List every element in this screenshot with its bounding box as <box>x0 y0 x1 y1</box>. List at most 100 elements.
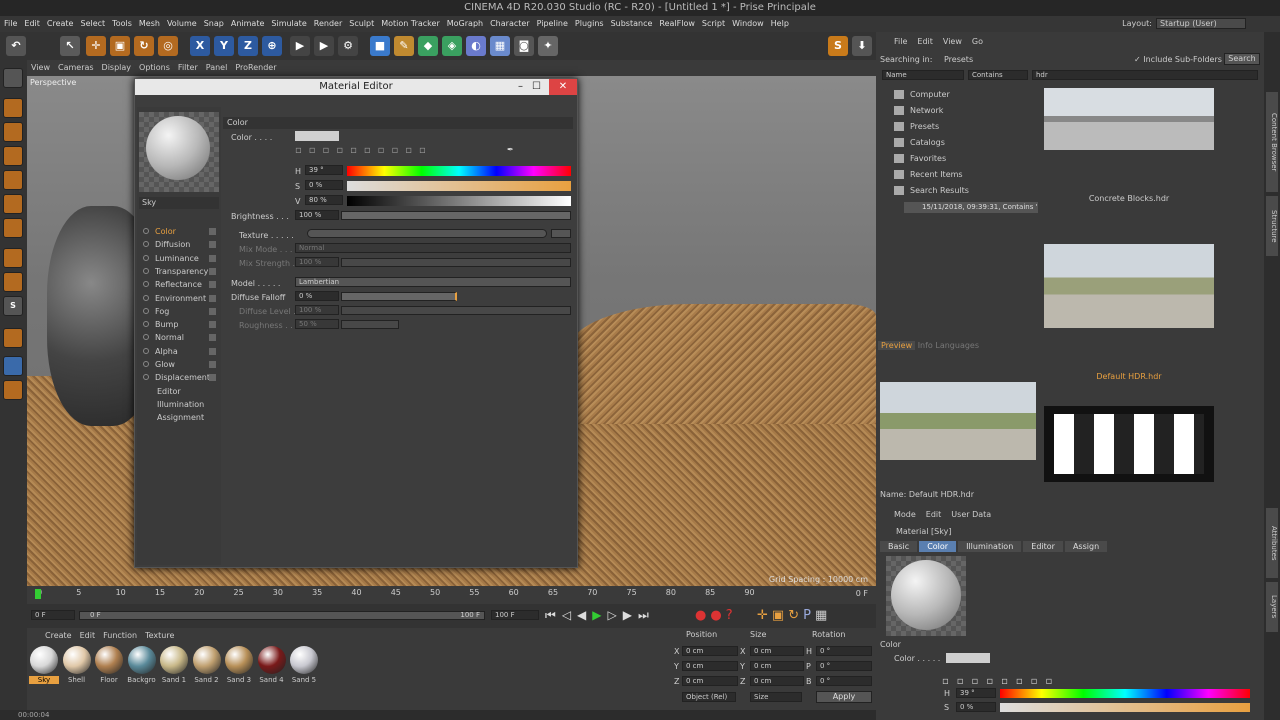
menu-sculpt[interactable]: Sculpt <box>349 19 374 28</box>
value-slider[interactable] <box>347 196 571 206</box>
material-sand-5[interactable]: Sand 5 <box>289 646 319 684</box>
menu-file[interactable]: File <box>4 19 17 28</box>
channel-checkbox[interactable] <box>209 361 216 368</box>
pen-icon[interactable]: ✎ <box>394 36 414 56</box>
channel-checkbox[interactable] <box>209 267 216 275</box>
param-key-icon[interactable]: P <box>803 608 815 623</box>
tree-item-catalogs[interactable]: Catalogs <box>894 138 945 147</box>
tab-info[interactable]: Info <box>918 341 933 350</box>
attribute-color-modes[interactable]: ▫▫▫▫▫▫▫▫ <box>942 676 1060 687</box>
position-field[interactable]: 0 cm <box>682 646 738 656</box>
axis-mode-icon[interactable] <box>3 248 23 268</box>
render-to-picture-viewer-icon[interactable]: ▶ <box>314 36 334 56</box>
coordinate-system-icon[interactable]: ⊕ <box>262 36 282 56</box>
select-icon[interactable]: ↖ <box>60 36 80 56</box>
browser-menu-view[interactable]: View <box>943 37 962 46</box>
cloner-icon[interactable]: ◈ <box>442 36 462 56</box>
material-menu-edit[interactable]: Edit <box>80 631 96 640</box>
viewport-menu-options[interactable]: Options <box>139 63 170 72</box>
material-menu-texture[interactable]: Texture <box>145 631 174 640</box>
position-key-icon[interactable]: ✛ <box>757 608 772 623</box>
texture-slot[interactable] <box>307 229 547 238</box>
menu-render[interactable]: Render <box>314 19 342 28</box>
channel-transparency[interactable]: Transparency <box>143 265 216 278</box>
mix-strength-field[interactable]: 100 % <box>295 257 339 267</box>
material-backgro[interactable]: Backgro <box>127 646 157 684</box>
rotation-field[interactable]: 0 ° <box>816 661 872 671</box>
recent-tool-icon[interactable]: ◎ <box>158 36 178 56</box>
channel-diffusion[interactable]: Diffusion <box>143 238 216 251</box>
channel-checkbox[interactable] <box>209 294 216 302</box>
material-menu-function[interactable]: Function <box>103 631 137 640</box>
make-editable-icon[interactable] <box>3 68 23 88</box>
coord-mode-dropdown[interactable]: Object (Rel) <box>682 692 736 702</box>
attr-tab-assign[interactable]: Assign <box>1064 541 1108 552</box>
material-floor[interactable]: Floor <box>94 646 124 684</box>
channel-bump[interactable]: Bump <box>143 318 216 331</box>
move-icon[interactable]: ✛ <box>86 36 106 56</box>
timeline-ruler[interactable]: 051015202530354045505560657075808590 0 F <box>27 586 876 604</box>
menu-simulate[interactable]: Simulate <box>271 19 306 28</box>
transport-controls[interactable]: ⏮◁◀▶▷▶⏭ <box>545 608 655 623</box>
channel-checkbox[interactable] <box>209 241 216 249</box>
keyframe-selection-icon[interactable]: ? <box>726 608 737 623</box>
close-icon[interactable]: ✕ <box>549 79 577 95</box>
position-field[interactable]: 0 cm <box>682 661 738 671</box>
light-icon[interactable]: ✦ <box>538 36 558 56</box>
render-view-icon[interactable]: ▶ <box>290 36 310 56</box>
diffuse-level-field[interactable]: 100 % <box>295 305 339 315</box>
diffuse-falloff-slider[interactable] <box>341 292 457 301</box>
next-frame-icon[interactable]: ▷ <box>608 608 623 622</box>
channel-glow[interactable]: Glow <box>143 358 216 371</box>
viewport-menu-cameras[interactable]: Cameras <box>58 63 94 72</box>
menu-character[interactable]: Character <box>490 19 530 28</box>
s-field[interactable]: 0 % <box>305 180 343 190</box>
viewport-menu-display[interactable]: Display <box>102 63 132 72</box>
tab-structure[interactable]: Structure <box>1266 196 1278 256</box>
material-sand-3[interactable]: Sand 3 <box>224 646 254 684</box>
attribute-color-swatch[interactable] <box>946 653 990 663</box>
scale-icon[interactable]: ▣ <box>110 36 130 56</box>
channel-displacement[interactable]: Displacement <box>143 371 216 384</box>
menu-pipeline[interactable]: Pipeline <box>537 19 568 28</box>
size-field[interactable]: 0 cm <box>750 661 804 671</box>
channel-editor[interactable]: Editor <box>143 385 181 398</box>
polygons-mode-icon[interactable] <box>3 218 23 238</box>
attr-menu-mode[interactable]: Mode <box>894 510 916 519</box>
attr-tab-illumination[interactable]: Illumination <box>958 541 1022 552</box>
menu-create[interactable]: Create <box>47 19 74 28</box>
play-icon[interactable]: ▶ <box>592 608 607 622</box>
tab-content-browser[interactable]: Content Browser <box>1266 92 1278 192</box>
channel-environment[interactable]: Environment <box>143 292 216 305</box>
texture-mode-icon[interactable] <box>3 122 23 142</box>
deformer-icon[interactable]: ◐ <box>466 36 486 56</box>
channel-normal[interactable]: Normal <box>143 331 216 344</box>
end-frame-field[interactable]: 100 F <box>491 610 539 620</box>
channel-checkbox[interactable] <box>209 281 216 289</box>
x-axis-icon[interactable]: X <box>190 36 210 56</box>
channel-checkbox[interactable] <box>209 334 216 342</box>
attribute-h-field[interactable]: 39 ° <box>956 688 996 698</box>
cube-icon[interactable]: ■ <box>370 36 390 56</box>
rotate-icon[interactable]: ↻ <box>134 36 154 56</box>
menu-snap[interactable]: Snap <box>204 19 224 28</box>
viewport-menu-filter[interactable]: Filter <box>178 63 198 72</box>
menu-plugins[interactable]: Plugins <box>575 19 604 28</box>
filter-value-input[interactable]: hdr <box>1032 70 1258 80</box>
subdivision-icon[interactable]: ◆ <box>418 36 438 56</box>
scale-key-icon[interactable]: ▣ <box>772 608 788 623</box>
maximize-icon[interactable]: ☐ <box>532 79 541 95</box>
material-name-field[interactable]: Sky <box>139 197 219 209</box>
menu-window[interactable]: Window <box>732 19 764 28</box>
y-axis-icon[interactable]: Y <box>214 36 234 56</box>
attribute-hue-slider[interactable] <box>1000 689 1250 698</box>
key-tracks[interactable]: ✛▣↻P▦ <box>757 608 831 623</box>
tweak-icon[interactable] <box>3 272 23 292</box>
tab-attributes[interactable]: Attributes <box>1266 508 1278 578</box>
menu-select[interactable]: Select <box>80 19 105 28</box>
rotation-field[interactable]: 0 ° <box>816 646 872 656</box>
menu-mograph[interactable]: MoGraph <box>447 19 483 28</box>
filter-field-dropdown[interactable]: Name <box>882 70 964 80</box>
layout-dropdown[interactable]: Startup (User) <box>1156 18 1246 29</box>
thumb-concrete-blocks[interactable]: Concrete Blocks.hdr <box>1044 88 1214 203</box>
